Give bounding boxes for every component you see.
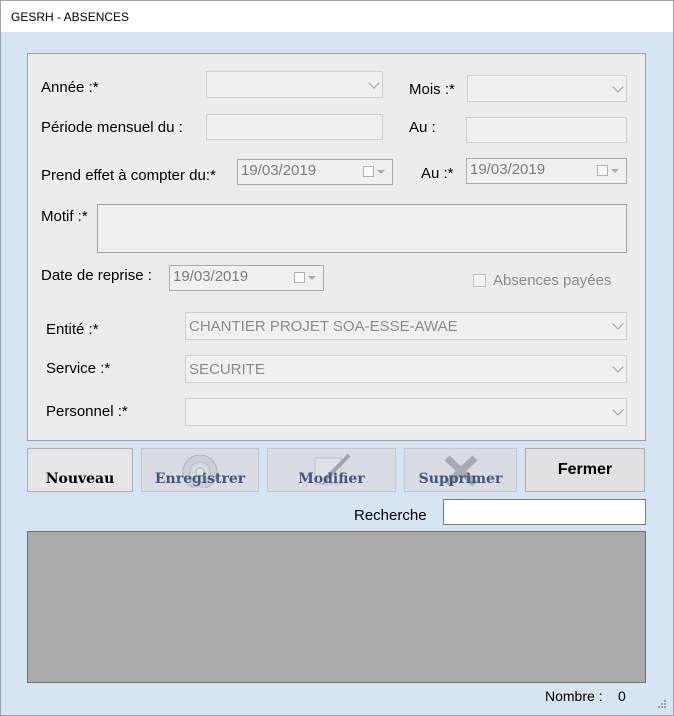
service-label: Service :*: [46, 360, 111, 377]
nombre-value: 0: [618, 688, 626, 704]
nombre-label: Nombre :: [545, 688, 603, 704]
absences-window: GESRH - ABSENCES Année :* Mois :* Périod…: [0, 0, 674, 716]
absences-payees-label: Absences payées: [493, 272, 612, 289]
resize-grip-icon[interactable]: [657, 699, 667, 709]
modifier-button[interactable]: Modifier: [267, 448, 396, 492]
periode-label: Période mensuel du :: [41, 119, 183, 136]
personnel-label: Personnel :*: [46, 403, 128, 420]
absences-payees-checkbox[interactable]: [473, 274, 486, 287]
chevron-down-icon: [612, 361, 624, 373]
annee-combobox[interactable]: [206, 71, 383, 98]
au-effet-label: Au :*: [421, 165, 454, 182]
mois-label: Mois :*: [409, 81, 455, 98]
fermer-button[interactable]: Fermer: [525, 448, 645, 492]
personnel-combobox[interactable]: [185, 398, 627, 426]
prend-effet-datepicker[interactable]: 19/03/2019: [237, 159, 393, 185]
dropdown-arrow-icon[interactable]: [611, 169, 619, 173]
date-reprise-label: Date de reprise :: [41, 267, 152, 284]
dropdown-arrow-icon[interactable]: [308, 276, 316, 280]
chevron-down-icon: [612, 80, 624, 93]
au-periode-field[interactable]: [466, 117, 627, 143]
motif-textarea[interactable]: [97, 204, 627, 253]
annee-label: Année :*: [41, 79, 99, 96]
supprimer-button[interactable]: Supprimer: [404, 448, 517, 492]
recherche-label: Recherche: [354, 507, 427, 524]
recherche-input[interactable]: [443, 499, 646, 525]
chevron-down-icon: [368, 76, 380, 89]
periode-field[interactable]: [206, 114, 383, 140]
window-title: GESRH - ABSENCES: [11, 10, 130, 24]
entite-label: Entité :*: [46, 321, 99, 338]
title-bar: GESRH - ABSENCES: [1, 1, 673, 32]
entite-combobox[interactable]: CHANTIER PROJET SOA-ESSE-AWAE: [185, 312, 627, 340]
chevron-down-icon: [612, 318, 624, 330]
chevron-down-icon: [612, 404, 624, 416]
calendar-icon[interactable]: [294, 272, 305, 283]
mois-combobox[interactable]: [467, 75, 627, 102]
motif-label: Motif :*: [41, 208, 88, 225]
absences-grid[interactable]: [27, 531, 646, 683]
enregistrer-button[interactable]: Enregistrer: [141, 448, 259, 492]
dropdown-arrow-icon[interactable]: [377, 170, 385, 174]
calendar-icon[interactable]: [363, 166, 374, 177]
au-effet-datepicker[interactable]: 19/03/2019: [466, 158, 627, 184]
calendar-icon[interactable]: [597, 165, 608, 176]
prend-effet-label: Prend effet à compter du:*: [41, 167, 216, 184]
date-reprise-datepicker[interactable]: 19/03/2019: [169, 265, 324, 291]
nouveau-button[interactable]: Nouveau: [27, 448, 133, 492]
au-periode-label: Au :: [409, 119, 436, 136]
service-combobox[interactable]: SECURITE: [185, 355, 627, 383]
